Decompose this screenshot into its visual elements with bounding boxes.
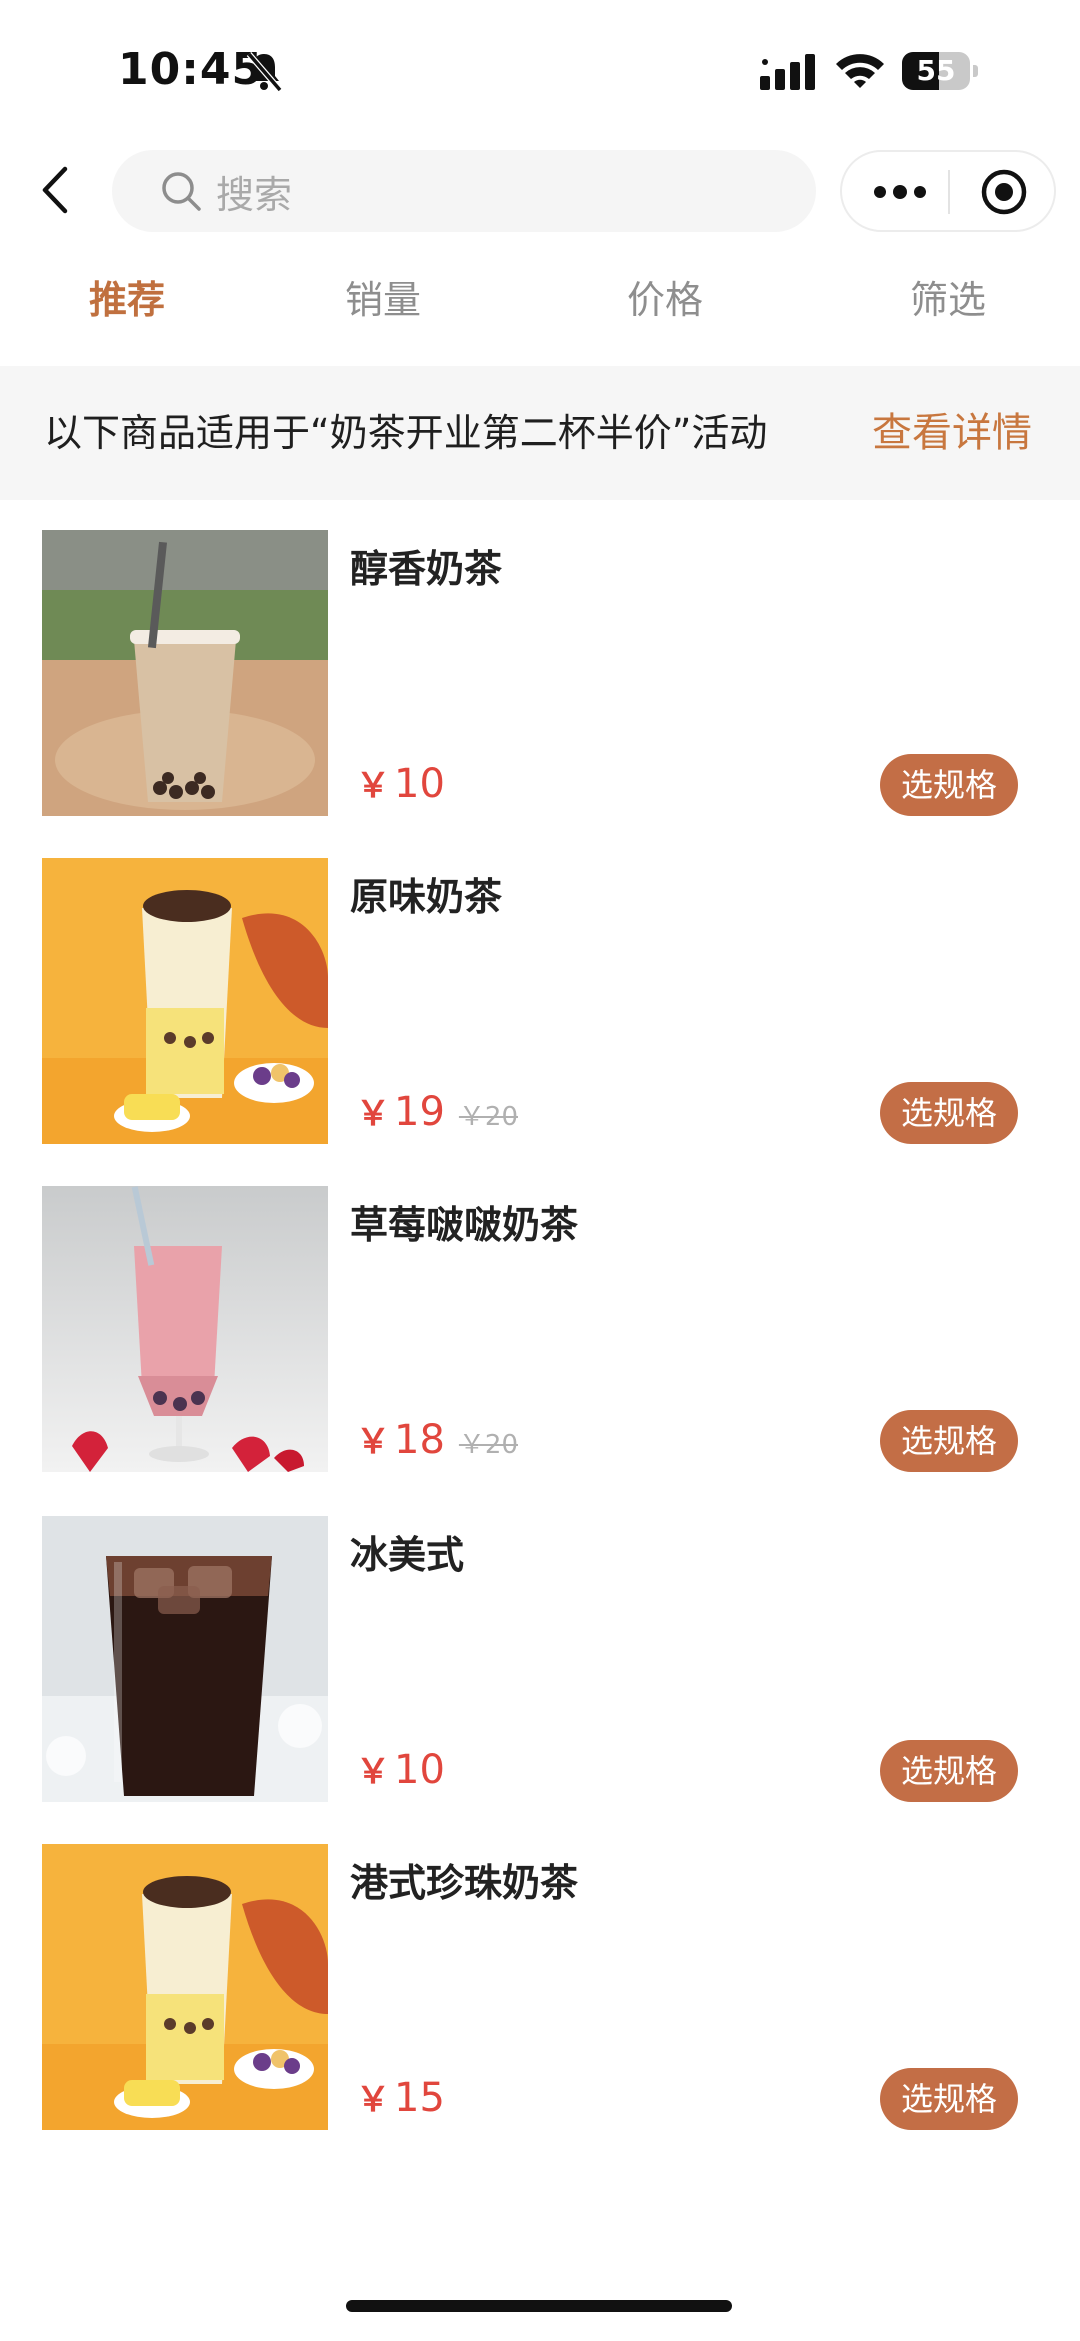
promo-banner: 以下商品适用于“奶茶开业第二杯半价”活动 查看详情 — [0, 366, 1080, 500]
product-item[interactable]: 港式珍珠奶茶 ￥ 15 选规格 — [0, 1844, 1080, 2130]
product-image[interactable] — [42, 858, 328, 1144]
tab-recommend[interactable]: 推荐 — [27, 258, 227, 342]
product-image[interactable] — [42, 530, 328, 816]
cellular-signal-icon — [760, 54, 815, 90]
select-spec-button[interactable]: 选规格 — [880, 1740, 1018, 1802]
product-item[interactable]: 冰美式 ￥ 10 选规格 — [0, 1516, 1080, 1802]
target-icon[interactable] — [980, 168, 1028, 216]
tab-filter[interactable]: 筛选 — [848, 258, 1048, 342]
original-price: ￥20 — [458, 1430, 518, 1460]
select-spec-button[interactable]: 选规格 — [880, 754, 1018, 816]
currency-symbol: ￥ — [356, 1752, 390, 1792]
battery-nub — [973, 65, 978, 77]
tab-price[interactable]: 价格 — [565, 258, 765, 342]
more-icon[interactable] — [872, 180, 928, 204]
product-price: ￥ 10 — [356, 1744, 445, 1793]
select-spec-button[interactable]: 选规格 — [880, 1410, 1018, 1472]
currency-symbol: ￥ — [356, 1422, 390, 1462]
product-name: 冰美式 — [350, 1533, 465, 1577]
product-image[interactable] — [42, 1186, 328, 1472]
product-item[interactable]: 草莓啵啵奶茶 ￥ 18 ￥20 选规格 — [0, 1186, 1080, 1472]
battery-body: 55 — [902, 52, 970, 90]
original-price: ￥20 — [458, 1102, 518, 1132]
price-value: 10 — [394, 1747, 445, 1793]
status-bar: 10:45 55 — [0, 0, 1080, 140]
product-price: ￥ 15 — [356, 2072, 445, 2121]
bell-muted-icon — [246, 52, 283, 92]
mini-program-capsule — [840, 150, 1056, 232]
price-value: 19 — [394, 1089, 445, 1135]
product-item[interactable]: 原味奶茶 ￥ 19 ￥20 选规格 — [0, 858, 1080, 1144]
product-name: 草莓啵啵奶茶 — [350, 1203, 579, 1247]
back-button[interactable] — [30, 160, 80, 220]
home-indicator[interactable] — [346, 2300, 732, 2312]
product-image[interactable] — [42, 1844, 328, 2130]
select-spec-button[interactable]: 选规格 — [880, 1082, 1018, 1144]
battery-indicator: 55 — [902, 52, 978, 90]
price-value: 18 — [394, 1417, 445, 1463]
search-input[interactable]: 搜索 — [112, 150, 816, 232]
product-name: 原味奶茶 — [350, 875, 503, 919]
product-price: ￥ 19 ￥20 — [356, 1086, 518, 1135]
capsule-divider — [948, 170, 950, 214]
product-name: 港式珍珠奶茶 — [350, 1861, 579, 1905]
currency-symbol: ￥ — [356, 2080, 390, 2120]
price-value: 15 — [394, 2075, 445, 2121]
product-price: ￥ 18 ￥20 — [356, 1414, 518, 1463]
view-details-link[interactable]: 查看详情 — [872, 366, 1032, 500]
battery-percent: 55 — [916, 54, 956, 87]
select-spec-button[interactable]: 选规格 — [880, 2068, 1018, 2130]
product-name: 醇香奶茶 — [350, 547, 503, 591]
tab-sales[interactable]: 销量 — [283, 258, 483, 342]
status-time: 10:45 — [118, 44, 264, 95]
sort-tabs: 推荐 销量 价格 筛选 — [0, 258, 1080, 342]
price-value: 10 — [394, 761, 445, 807]
promo-text: 以下商品适用于“奶茶开业第二杯半价”活动 — [44, 411, 768, 455]
product-item[interactable]: 醇香奶茶 ￥ 10 选规格 — [0, 530, 1080, 816]
product-price: ￥ 10 — [356, 758, 445, 807]
search-placeholder: 搜索 — [216, 172, 293, 217]
product-image[interactable] — [42, 1516, 328, 1802]
currency-symbol: ￥ — [356, 766, 390, 806]
wifi-icon — [836, 54, 884, 88]
currency-symbol: ￥ — [356, 1094, 390, 1134]
search-icon — [162, 172, 201, 211]
back-arrow-icon — [42, 166, 68, 214]
